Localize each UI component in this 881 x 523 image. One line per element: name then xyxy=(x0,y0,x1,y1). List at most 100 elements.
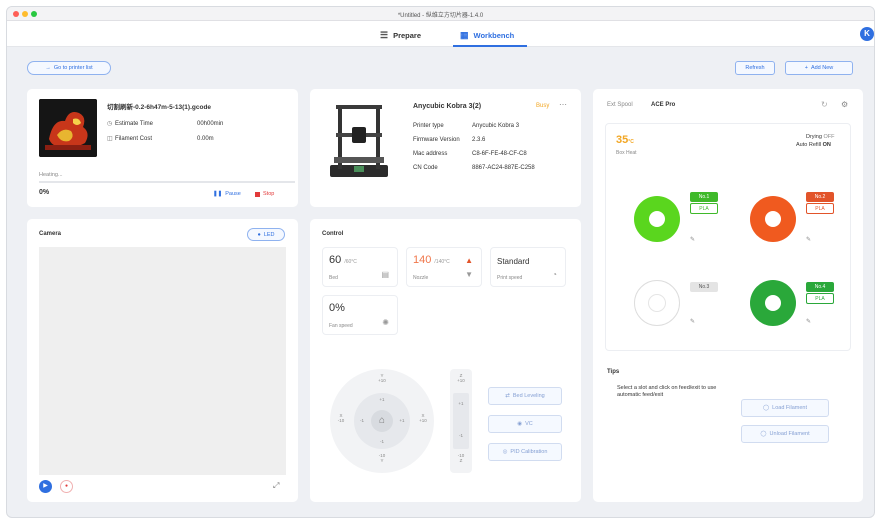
tab-prepare[interactable]: ☰ Prepare xyxy=(380,28,421,42)
xy-jog-pad: Y +10 -10 Y X -10 X +10 +1 -1 -1 +1 ⌂ xyxy=(330,369,434,473)
slot-2-edit-icon[interactable]: ✎ xyxy=(806,236,811,243)
window-title: *Untitled - 纵维立方切片器-1.4.0 xyxy=(397,13,484,19)
slot-4-type: PLA xyxy=(806,293,834,304)
play-button[interactable]: ▶ xyxy=(39,480,52,493)
vc-button[interactable]: ◉ VC xyxy=(488,415,562,433)
avatar[interactable]: K xyxy=(860,27,874,41)
fan-icon: ✺ xyxy=(382,318,389,327)
nozzle-temperature-box[interactable]: 140 /140°C Nozzle ▲ ▼ xyxy=(406,247,482,287)
camera-card: Camera ● LED ▶ ● ⤢ xyxy=(27,219,298,502)
filament-cost-label: Filament Cost xyxy=(115,136,153,142)
stop-button[interactable]: Stop xyxy=(255,191,274,197)
clock-icon: ◷ xyxy=(107,121,113,127)
jog-z-plus-1[interactable]: +1 xyxy=(453,401,469,406)
jog-z-minus-1[interactable]: -1 xyxy=(453,433,469,438)
jog-y-plus-1[interactable]: +1 xyxy=(376,397,388,402)
slot-1-name: No.1 xyxy=(690,192,718,202)
slot-3-spool[interactable] xyxy=(634,280,680,326)
tab-ext-spool[interactable]: Ext Spool xyxy=(607,102,633,108)
more-options-icon[interactable]: ⋯ xyxy=(559,100,567,109)
box-temp-value: 35 xyxy=(616,134,629,146)
record-button[interactable]: ● xyxy=(60,480,73,493)
auto-refill-status[interactable]: Auto Refill ON xyxy=(796,142,831,148)
jog-x-plus-1[interactable]: +1 xyxy=(397,418,407,423)
gear-icon[interactable]: ⚙ xyxy=(841,100,848,109)
refresh-button[interactable]: Refresh xyxy=(735,61,775,75)
print-speed-box[interactable]: Standard Print speed ◔ xyxy=(490,247,566,287)
bed-leveling-button[interactable]: ⇄ Bed Leveling xyxy=(488,387,562,405)
stop-label: Stop xyxy=(263,191,275,197)
z-jog-column: Z +10 +1 -1 -10 Z xyxy=(450,369,472,473)
add-new-button[interactable]: + Add New xyxy=(785,61,853,75)
fan-speed-box[interactable]: 0% Fan speed ✺ xyxy=(322,295,398,335)
printer-image xyxy=(324,103,394,181)
spool-hole xyxy=(649,211,665,227)
auto-refill-label: Auto Refill xyxy=(796,142,822,148)
tips-title: Tips xyxy=(607,369,620,375)
slot-1-spool[interactable] xyxy=(634,196,680,242)
jog-y-minus-10[interactable]: -10 Y xyxy=(374,453,390,463)
slot-4-edit-icon[interactable]: ✎ xyxy=(806,318,811,325)
tips-text: Select a slot and click on feed/exit to … xyxy=(617,385,717,399)
go-to-printer-list-button[interactable]: → Go to printer list xyxy=(27,61,111,75)
bed-temperature-box[interactable]: 60 /60°C Bed ▤ xyxy=(322,247,398,287)
camera-viewport xyxy=(39,247,286,475)
fullscreen-icon[interactable]: ⤢ xyxy=(273,481,279,491)
grid-icon: ▦ xyxy=(460,29,469,40)
heated-bed-icon: ▤ xyxy=(381,270,389,279)
led-toggle-button[interactable]: ● LED xyxy=(247,228,285,241)
unload-icon: ◯ xyxy=(760,431,767,437)
pause-label: Pause xyxy=(225,191,241,197)
camera-title: Camera xyxy=(39,231,62,237)
slot-2-name: No.2 xyxy=(806,192,834,202)
tab-workbench[interactable]: ▦ Workbench xyxy=(460,28,514,42)
drying-value: OFF xyxy=(823,134,835,140)
printer-info-card: Anycubic Kobra 3(2) Busy ⋯ Printer type … xyxy=(310,89,581,207)
slot-2-spool[interactable] xyxy=(750,196,796,242)
jog-z-plus-10[interactable]: Z +10 xyxy=(450,373,472,383)
slot-4-name: No.4 xyxy=(806,282,834,292)
ace-pro-card: Ext Spool ACE Pro ↻ ⚙ 35°C Box Heat Dryi… xyxy=(593,89,863,502)
drying-status[interactable]: Drying OFF xyxy=(806,134,834,140)
box-temperature: 35°C xyxy=(616,134,634,146)
slot-4-spool[interactable] xyxy=(750,280,796,326)
jog-x-minus-10[interactable]: X -10 xyxy=(334,413,348,423)
jog-z-minus-10[interactable]: -10 Z xyxy=(450,453,472,463)
cn-code-label: CN Code xyxy=(413,165,438,171)
unload-filament-button[interactable]: ◯ Unload Filament xyxy=(741,425,829,443)
slot-1-edit-icon[interactable]: ✎ xyxy=(690,236,695,243)
home-button[interactable]: ⌂ xyxy=(371,410,393,432)
add-new-label: Add New xyxy=(810,65,834,71)
gcode-filename: 切割刷新-0.2-6h47m-5-13(1).gcode xyxy=(107,104,212,111)
model-thumbnail xyxy=(39,99,97,157)
spool-hole xyxy=(765,211,781,227)
sync-icon[interactable]: ↻ xyxy=(821,100,828,109)
pause-icon: ❚❚ xyxy=(213,191,223,197)
slot-2-type: PLA xyxy=(806,203,834,214)
bed-leveling-label: Bed Leveling xyxy=(512,393,545,399)
unload-filament-label: Unload Filament xyxy=(769,431,810,437)
pause-button[interactable]: ❚❚ Pause xyxy=(213,191,241,197)
go-to-printer-list-label: Go to printer list xyxy=(53,65,93,71)
home-icon: ⌂ xyxy=(378,415,386,426)
pid-calibration-button[interactable]: ◎ PID Calibration xyxy=(488,443,562,461)
spool-hole xyxy=(648,294,666,312)
cn-code-value: 8867-AC24-887E-C258 xyxy=(472,165,535,171)
jog-x-plus-10[interactable]: X +10 xyxy=(416,413,430,423)
stop-icon xyxy=(255,191,260,197)
nozzle-temp-value: 140 xyxy=(413,254,432,266)
xy-inner-ring: +1 -1 -1 +1 ⌂ xyxy=(354,393,410,449)
slot-1-type: PLA xyxy=(690,203,718,214)
bed-temp-value-wrap: 60 /60°C xyxy=(329,254,357,266)
slot-3-edit-icon[interactable]: ✎ xyxy=(690,318,695,325)
tab-ace-pro[interactable]: ACE Pro xyxy=(651,102,675,108)
jog-x-minus-1[interactable]: -1 xyxy=(357,418,367,423)
jog-y-minus-1[interactable]: -1 xyxy=(376,439,388,444)
load-filament-button[interactable]: ◯ Load Filament xyxy=(741,399,829,417)
mac-address-value: C8-6F-FE-48-CF-C8 xyxy=(472,151,527,157)
printer-type-value: Anycubic Kobra 3 xyxy=(472,123,520,129)
firmware-version-label: Firmware Version xyxy=(413,137,460,143)
jog-y-plus-10[interactable]: Y +10 xyxy=(374,373,390,383)
heating-up-icon: ▲ xyxy=(465,256,473,265)
auto-refill-value: ON xyxy=(822,142,831,148)
